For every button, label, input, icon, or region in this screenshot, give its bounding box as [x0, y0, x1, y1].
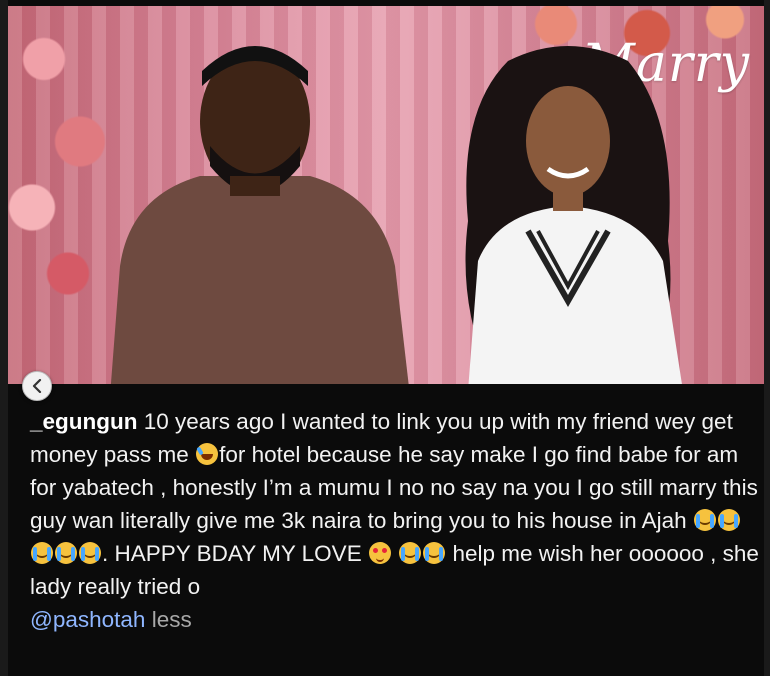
caption-mention-link[interactable]: @pashotah: [30, 607, 145, 632]
man-figure: [110, 46, 409, 384]
post-caption: _egungun 10 years ago I wanted to link y…: [30, 405, 760, 636]
woman-figure: [465, 46, 682, 384]
caption-text-3: . HAPPY BDAY MY LOVE: [102, 541, 368, 566]
loudly-crying-face-icon: [55, 542, 77, 564]
loudly-crying-face-icon: [717, 509, 740, 531]
loudly-crying-face-icon: [399, 542, 422, 564]
caption-username[interactable]: _egungun: [30, 409, 138, 434]
rolling-on-floor-laughing-icon: [196, 443, 219, 465]
loudly-crying-face-icon: [31, 542, 53, 564]
heart-eyes-icon: [368, 542, 391, 564]
chevron-left-icon: [32, 379, 42, 393]
post-frame: Marry _egungun 10 years ago I wanted to …: [0, 0, 770, 676]
loudly-crying-face-icon: [423, 542, 446, 564]
loudly-crying-face-icon: [79, 542, 101, 564]
right-border: [764, 0, 770, 676]
post-photo[interactable]: Marry: [8, 6, 764, 384]
previous-button[interactable]: [22, 371, 52, 401]
less-link[interactable]: less: [145, 607, 192, 632]
left-border: [0, 0, 8, 676]
loudly-crying-face-icon: [693, 509, 716, 531]
